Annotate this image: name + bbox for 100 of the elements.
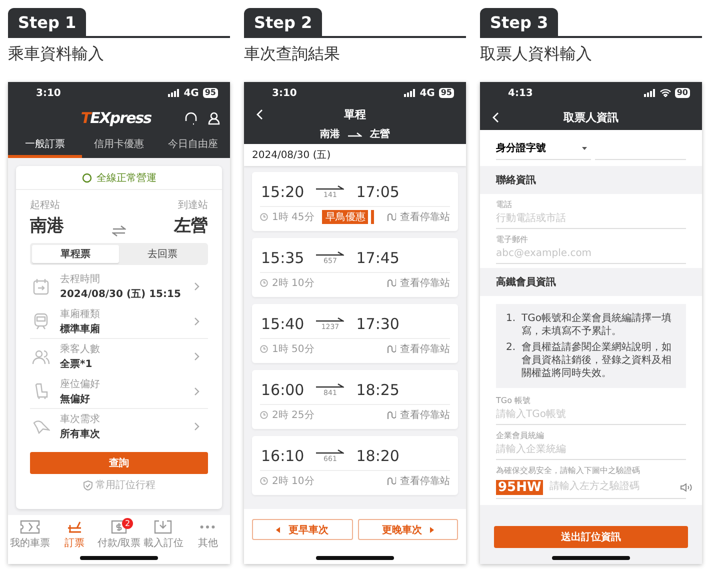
- chevron-right-icon: [194, 422, 200, 431]
- section-header: 高鐵會員資訊: [495, 275, 557, 290]
- trip-duration: 1時 45分: [272, 210, 314, 224]
- caret-down-icon: [582, 146, 587, 150]
- route-icon: [387, 213, 396, 221]
- option-value[interactable]: 無偏好: [60, 392, 184, 406]
- view-stops-link[interactable]: 查看停靠站: [400, 276, 450, 290]
- tab[interactable]: 信用卡優惠: [82, 132, 156, 158]
- input-field[interactable]: 請輸入企業統編: [496, 441, 686, 460]
- download-icon: [153, 520, 174, 534]
- swap-icon[interactable]: [112, 225, 126, 237]
- train-icon: [32, 312, 50, 330]
- speaker-icon[interactable]: [680, 482, 692, 492]
- departure-time: 15:20: [261, 182, 304, 200]
- travel-date: 2024/08/30 (五): [244, 144, 466, 166]
- people-icon: [32, 348, 50, 366]
- chevron-right-icon: [194, 316, 200, 326]
- network-label: 4G: [420, 88, 435, 98]
- view-stops-link[interactable]: 查看停靠站: [400, 342, 450, 356]
- field-label: 電話: [496, 199, 513, 210]
- headset-icon[interactable]: [184, 112, 198, 124]
- option-value[interactable]: 全票*1: [60, 357, 184, 371]
- to-station: 左營: [370, 128, 390, 141]
- submit-button[interactable]: 送出訂位資訊: [494, 526, 688, 548]
- departure-time: 16:00: [261, 380, 304, 398]
- view-stops-link[interactable]: 查看停靠站: [400, 408, 450, 422]
- earlier-trains-button[interactable]: 更早車次: [252, 519, 352, 540]
- battery-level: 95: [438, 88, 454, 98]
- view-stops-link[interactable]: 查看停靠站: [400, 210, 450, 224]
- arrival-time: 17:45: [356, 248, 400, 266]
- origin-station[interactable]: 南港: [30, 214, 64, 237]
- shield-check-icon: [82, 480, 92, 490]
- calendar-icon: [32, 278, 50, 296]
- destination-station[interactable]: 左營: [174, 214, 208, 237]
- option-label: 去程時間: [60, 272, 101, 286]
- ticket-icon: [20, 520, 40, 534]
- status-time: 3:10: [272, 88, 298, 98]
- signal-icon: [404, 89, 416, 97]
- note-number: 1.: [506, 312, 516, 326]
- screen-title: 取票人資訊: [562, 110, 620, 124]
- step-title: 取票人資料輸入: [480, 44, 593, 65]
- trip-duration: 2時 25分: [272, 408, 314, 422]
- nav-item[interactable]: 付款/取票 2: [96, 520, 142, 550]
- trip-type-option[interactable]: 去回票: [119, 245, 206, 263]
- back-icon[interactable]: [256, 108, 263, 120]
- captcha-label: 為確保交易安全，請輸入下圖中之驗證碼: [496, 465, 641, 476]
- search-button[interactable]: 查詢: [30, 452, 208, 474]
- destination-label: 到達站: [178, 198, 208, 212]
- nav-item[interactable]: 訂票: [52, 520, 97, 550]
- route-icon: [387, 279, 396, 287]
- option-value[interactable]: 2024/08/30 (五) 15:15: [60, 287, 184, 301]
- departure-time: 15:35: [261, 248, 304, 266]
- from-station: 南港: [320, 128, 340, 141]
- clock-icon: [260, 279, 268, 287]
- option-label: 車次需求: [60, 412, 101, 426]
- option-label: 車廂種類: [60, 308, 101, 320]
- route-icon: [387, 477, 396, 485]
- more-icon: [200, 525, 216, 529]
- option-value[interactable]: 標準車廂: [60, 322, 184, 336]
- nav-item[interactable]: 其他: [186, 520, 230, 550]
- clock-icon: [260, 345, 268, 353]
- trip-duration: 2時 10分: [272, 474, 314, 488]
- payment-icon: [109, 520, 130, 534]
- field-label: 企業會員統編: [496, 430, 545, 441]
- option-value[interactable]: 所有車次: [60, 427, 184, 441]
- back-icon[interactable]: [492, 112, 499, 122]
- note-number: 2.: [506, 341, 516, 355]
- signal-icon: [168, 89, 180, 97]
- input-field[interactable]: abc@example.com: [496, 245, 686, 264]
- tab[interactable]: 一般訂票: [8, 132, 82, 158]
- nav-item[interactable]: 載入訂位: [141, 520, 186, 550]
- step-label: Step 3: [480, 8, 558, 36]
- clock-icon: [260, 213, 268, 221]
- caret-left-icon: [276, 526, 280, 532]
- route-icon: [387, 345, 396, 353]
- trip-duration: 1時 50分: [272, 342, 314, 356]
- screen-title: 單程: [343, 106, 367, 122]
- arrival-time: 18:20: [356, 446, 400, 464]
- chevron-right-icon: [194, 352, 200, 361]
- view-stops-link[interactable]: 查看停靠站: [400, 474, 450, 488]
- user-icon[interactable]: [208, 112, 220, 124]
- battery-level: 90: [674, 88, 690, 98]
- chevron-right-icon: [194, 282, 200, 291]
- step-label: Step 1: [8, 8, 86, 36]
- clock-icon: [260, 411, 268, 419]
- nav-item[interactable]: 我的車票: [8, 520, 52, 550]
- origin-label: 起程站: [30, 198, 61, 212]
- tab[interactable]: 今日自由座: [156, 132, 230, 158]
- signal-icon: [644, 89, 656, 97]
- trip-type-option[interactable]: 單程票: [32, 245, 119, 263]
- step-label: Step 2: [244, 8, 322, 36]
- captcha-code: 95HW: [496, 480, 544, 494]
- input-field[interactable]: 請輸入TGo帳號: [496, 406, 686, 425]
- input-field[interactable]: 行動電話或市話: [496, 210, 686, 229]
- notification-badge: 2: [122, 518, 134, 529]
- later-trains-button[interactable]: 更晚車次: [358, 519, 458, 540]
- clock-icon: [260, 477, 268, 485]
- status-time: 3:10: [36, 88, 62, 98]
- service-status: 全線正常營運: [96, 172, 156, 184]
- departure-time: 16:10: [261, 446, 304, 464]
